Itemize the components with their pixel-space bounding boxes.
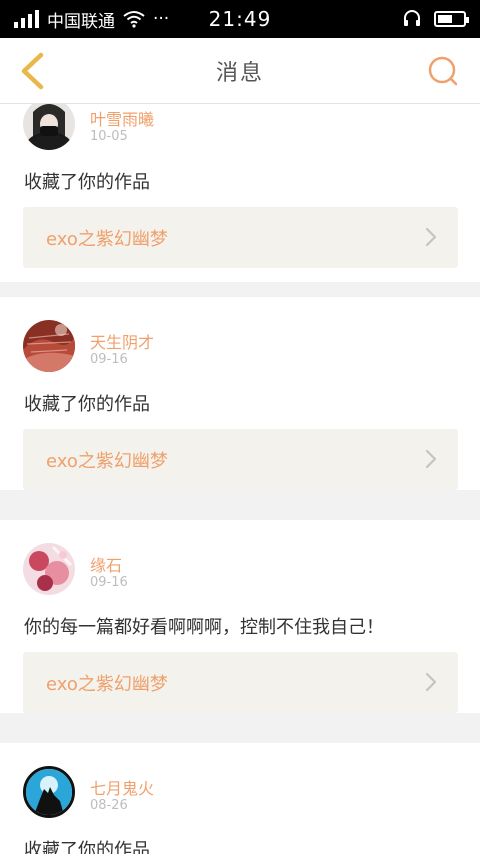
avatar[interactable] (23, 766, 75, 818)
chevron-right-icon (425, 449, 437, 469)
message-text: 你的每一篇都好看啊啊啊，控制不住我自己！ (24, 617, 384, 638)
signal-icon (14, 10, 39, 28)
message-card: 七月鬼火 08-26 收藏了你的作品 (0, 743, 480, 854)
avatar-image (23, 543, 75, 595)
avatar[interactable] (23, 320, 75, 372)
work-link[interactable]: exo之紫幻幽梦 (23, 207, 458, 268)
work-link[interactable]: exo之紫幻幽梦 (23, 429, 458, 490)
avatar[interactable] (23, 104, 75, 150)
message-card: 缘石 09-16 你的每一篇都好看啊啊啊，控制不住我自己！ exo之紫幻幽梦 (0, 520, 480, 713)
username[interactable]: 缘石 (90, 552, 122, 576)
avatar[interactable] (23, 543, 75, 595)
work-title: exo之紫幻幽梦 (46, 674, 168, 695)
status-right (402, 9, 469, 29)
avatar-image (26, 769, 72, 815)
username[interactable]: 叶雪雨曦 (90, 106, 154, 130)
username[interactable]: 七月鬼火 (90, 775, 154, 799)
nav-bar: 消息 (0, 38, 480, 104)
chevron-right-icon (425, 672, 437, 692)
work-title: exo之紫幻幽梦 (46, 229, 168, 250)
carrier-label: 中国联通 (47, 11, 115, 32)
chevron-right-icon (425, 227, 437, 247)
page-title: 消息 (215, 60, 264, 86)
message-text: 收藏了你的作品 (24, 394, 150, 415)
wifi-icon (123, 11, 145, 28)
date: 09-16 (90, 575, 128, 590)
message-card: 天生阴才 09-16 收藏了你的作品 exo之紫幻幽梦 (0, 297, 480, 490)
status-bar: 中国联通 ··· 21:49 (0, 0, 480, 38)
message-text: 收藏了你的作品 (24, 840, 150, 854)
work-title: exo之紫幻幽梦 (46, 451, 168, 472)
search-icon (428, 56, 458, 86)
date: 09-16 (90, 352, 128, 367)
avatar-image (23, 320, 75, 372)
battery-level (438, 15, 453, 23)
message-text: 收藏了你的作品 (24, 172, 150, 193)
back-button[interactable] (12, 50, 52, 92)
chevron-left-icon (21, 52, 44, 90)
date: 08-26 (90, 798, 128, 813)
battery-icon (434, 11, 469, 27)
headset-icon (404, 10, 420, 26)
work-link[interactable]: exo之紫幻幽梦 (23, 652, 458, 713)
more-status-dots: ··· (153, 9, 170, 29)
avatar-image (23, 104, 75, 150)
status-left: 中国联通 ··· (14, 7, 169, 32)
date: 10-05 (90, 129, 128, 144)
message-feed[interactable]: 叶雪雨曦 10-05 收藏了你的作品 exo之紫幻幽梦 天生阴才 09-16 收… (0, 104, 480, 854)
clock: 21:49 (208, 7, 272, 31)
username[interactable]: 天生阴才 (90, 329, 154, 353)
message-card: 叶雪雨曦 10-05 收藏了你的作品 exo之紫幻幽梦 (0, 104, 480, 282)
search-button[interactable] (426, 54, 460, 88)
